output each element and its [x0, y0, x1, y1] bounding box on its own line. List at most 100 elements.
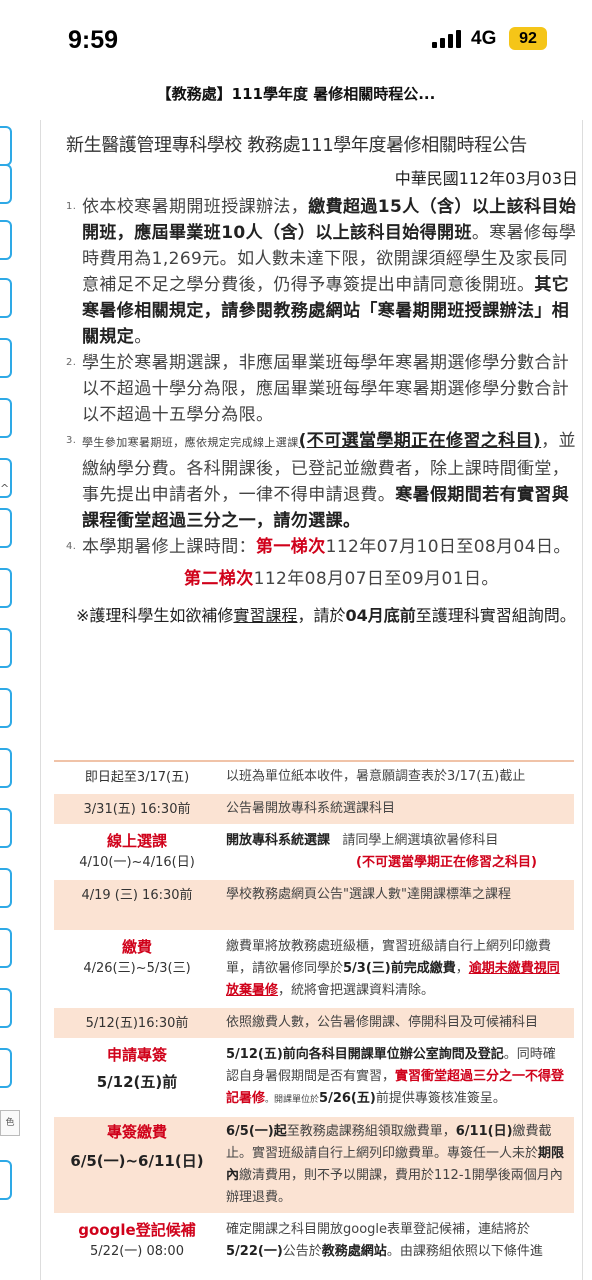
sidebar-tab[interactable] — [0, 928, 12, 968]
schedule-date: 5/12(五)16:30前 — [54, 1007, 220, 1040]
schedule-desc: 依照繳費人數，公告暑修開課、停開科目及可候補科目 — [220, 1007, 574, 1040]
sidebar-label[interactable]: 色 — [0, 1110, 20, 1136]
list-item: 1. 依本校寒暑期開班授課辦法，繳費超過15人（含）以上該科目始開班，應屆畢業班… — [54, 194, 580, 350]
list-item: 3. 學生參加寒暑期班，應依規定完成線上選課(不可選當學期正在修習之科目)，並繳… — [54, 428, 580, 534]
row-label: 申請專簽 — [106, 1046, 167, 1064]
signal-icon — [432, 30, 464, 48]
announcement-items: 1. 依本校寒暑期開班授課辦法，繳費超過15人（含）以上該科目始開班，應屆畢業班… — [54, 194, 580, 592]
item-text: 學生於寒暑期選課，非應屆畢業班每學年寒暑期選修學分數合計以不超過十學分為限，應屆… — [82, 353, 570, 425]
item-number: 2. — [66, 357, 77, 368]
item-text: 112年07月10日至08月04日。 — [325, 537, 571, 557]
list-item: 4. 本學期暑修上課時間：第一梯次112年07月10日至08月04日。 第二梯次… — [54, 534, 580, 592]
schedule-desc: 確定開課之科目開放google表單登記候補，連結將於 — [226, 1222, 531, 1237]
schedule-date: 5/12(五)前 — [96, 1073, 178, 1091]
schedule-date: 4/26(三)~5/3(三) — [83, 961, 191, 976]
sidebar-tab[interactable] — [0, 220, 12, 260]
first-session-label: 第一梯次 — [256, 537, 326, 557]
schedule-date: 4/10(一)~4/16(日) — [79, 855, 195, 870]
schedule-warning: (不可選當學期正在修習之科目) — [356, 855, 537, 870]
schedule-date-cell: 線上選課 4/10(一)~4/16(日) — [54, 825, 220, 880]
network-label: 4G — [471, 28, 497, 49]
sidebar-tab[interactable] — [0, 688, 12, 728]
table-row: 繳費 4/26(三)~5/3(三) 繳費單將放教務處班級櫃，實習班級請自行上網列… — [54, 931, 574, 1008]
sidebar-tab[interactable] — [0, 568, 12, 608]
schedule-table: 即日起至3/17(五) 以班為單位紙本收件，暑意願調查表於3/17(五)截止 3… — [54, 760, 574, 1269]
schedule-desc: 至教務處課務組領取繳費單， — [286, 1124, 456, 1139]
item-number: 1. — [66, 201, 77, 212]
schedule-desc: 開放專科系統選課 — [226, 833, 331, 848]
schedule-date: 4/19 (三) 16:30前 — [54, 879, 220, 932]
item-small-text: 學生參加寒暑期班，應依規定完成線上選課 — [82, 436, 299, 449]
schedule-desc: 繳清費用，則不予以開課，費用於112-1開學後兩個月內辦理退費。 — [226, 1168, 563, 1205]
schedule-desc: 。開課單位於 — [265, 1095, 320, 1105]
frame-divider — [40, 120, 41, 1280]
table-row: 5/12(五)16:30前 依照繳費人數，公告暑修開課、停開科目及可候補科目 — [54, 1007, 574, 1040]
sidebar-tab[interactable] — [0, 868, 12, 908]
row-label: 繳費 — [121, 938, 152, 956]
schedule-desc: 請同學上網選填欲暑修科目 — [342, 833, 499, 848]
schedule-desc-cell: 6/5(一)起至教務處課務組領取繳費單，6/11(日)繳費截止。實習班級請自行上… — [220, 1116, 574, 1215]
schedule-desc-cell: 確定開課之科目開放google表單登記候補，連結將於 5/22(一)公告於教務處網… — [220, 1214, 574, 1269]
frame-divider — [582, 120, 583, 1280]
sidebar-tab[interactable] — [0, 1160, 12, 1200]
announcement-heading: 新生醫護管理專科學校 教務處111學年度暑修相關時程公告 — [66, 135, 527, 156]
sidebar-tab[interactable] — [0, 398, 12, 438]
second-session-label: 第二梯次 — [184, 569, 254, 589]
schedule-desc: 公告暑開放專科系統選課科目 — [220, 793, 574, 826]
schedule-desc: 。由課務組依照以下條件進 — [386, 1244, 543, 1259]
schedule-deadline: 5/22(一) — [226, 1244, 283, 1259]
page-title[interactable]: 【教務處】111學年度 暑修相關時程公... — [0, 80, 592, 116]
status-bar: 9:59 4G 92 — [0, 0, 592, 80]
nursing-note: ※護理科學生如欲補修實習課程，請於04月底前至護理科實習組詢問。 — [54, 600, 580, 632]
item-text: 依本校寒暑期開班授課辦法， — [82, 197, 309, 217]
item-underlined-text: (不可選當學期正在修習之科目) — [298, 431, 542, 451]
schedule-date: 5/22(一) 08:00 — [90, 1244, 184, 1259]
caret-icon: ^ — [0, 482, 10, 495]
sidebar-tab[interactable] — [0, 278, 12, 318]
table-row: 4/19 (三) 16:30前 學校教務處網頁公告"選課人數"達開課標準之課程 — [54, 879, 574, 932]
sidebar-tab[interactable] — [0, 1048, 12, 1088]
list-item: 2. 學生於寒暑期選課，非應屆畢業班每學年寒暑期選修學分數合計以不超過十學分為限… — [54, 350, 580, 428]
schedule-deadline: 5/3(三)前完成繳費 — [343, 961, 456, 976]
item-text: 112年08月07日至09月01日。 — [253, 569, 499, 589]
item-text: 本學期暑修上課時間： — [82, 537, 256, 557]
schedule-desc: 公告於 — [282, 1244, 322, 1259]
item-number: 3. — [66, 435, 77, 446]
row-label: google登記候補 — [78, 1221, 196, 1239]
schedule-date: 3/31(五) 16:30前 — [54, 793, 220, 826]
schedule-desc: ，統將會把選課資料清除。 — [278, 983, 435, 998]
left-sidebar: ^ 色 — [0, 120, 20, 1280]
schedule-date: 6/5(一)~6/11(日) — [70, 1152, 204, 1170]
row-label: 線上選課 — [106, 832, 167, 850]
schedule-desc: ， — [455, 961, 469, 976]
schedule-deadline: 6/11(日) — [455, 1124, 513, 1139]
note-text: ※護理科學生如欲補修 — [76, 606, 234, 625]
sidebar-tab[interactable] — [0, 126, 12, 166]
note-text: 至護理科實習組詢問。 — [415, 606, 576, 625]
battery-icon: 92 — [509, 27, 547, 50]
row-label: 專簽繳費 — [106, 1123, 167, 1141]
table-row: 申請專簽 5/12(五)前 5/12(五)前向各科目開課單位辦公室詢問及登記。同… — [54, 1039, 574, 1117]
note-text: ，請於 — [297, 606, 346, 625]
announcement: 新生醫護管理專科學校 教務處111學年度暑修相關時程公告 中華民國112年03月… — [54, 128, 580, 632]
table-row: 線上選課 4/10(一)~4/16(日) 開放專科系統選課 請同學上網選填欲暑修… — [54, 825, 574, 880]
schedule-desc-cell: 5/12(五)前向各科目開課單位辦公室詢問及登記。同時確認自身暑假期間是否有實習… — [220, 1039, 574, 1117]
sidebar-tab[interactable] — [0, 508, 12, 548]
schedule-date-cell: google登記候補 5/22(一) 08:00 — [54, 1214, 220, 1269]
sidebar-tab[interactable] — [0, 748, 12, 788]
item-text: 。 — [134, 327, 152, 347]
sidebar-tab[interactable] — [0, 628, 12, 668]
office-website-link[interactable]: 教務處網站 — [322, 1244, 387, 1259]
schedule-date-cell: 繳費 4/26(三)~5/3(三) — [54, 931, 220, 1008]
sidebar-tab[interactable] — [0, 988, 12, 1028]
schedule-desc-cell: 繳費單將放教務處班級櫃，實習班級請自行上網列印繳費單，請欲暑修同學於5/3(三)… — [220, 931, 574, 1008]
table-row: 專簽繳費 6/5(一)~6/11(日) 6/5(一)起至教務處課務組領取繳費單，… — [54, 1116, 574, 1215]
sidebar-tab[interactable] — [0, 338, 12, 378]
sidebar-tab[interactable] — [0, 808, 12, 848]
sidebar-tab[interactable] — [0, 164, 12, 204]
schedule-desc: 學校教務處網頁公告"選課人數"達開課標準之課程 — [220, 879, 574, 932]
item-number: 4. — [66, 541, 77, 552]
table-row: google登記候補 5/22(一) 08:00 確定開課之科目開放google… — [54, 1214, 574, 1269]
status-time: 9:59 — [68, 26, 119, 54]
schedule-desc: 以班為單位紙本收件，暑意願調查表於3/17(五)截止 — [220, 761, 574, 794]
